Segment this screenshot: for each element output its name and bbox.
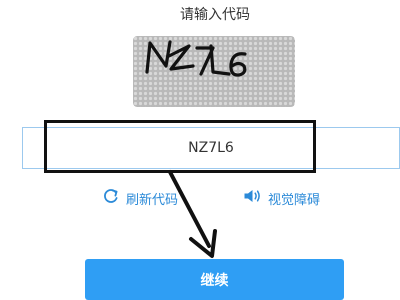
audio-captcha-label: 视觉障碍 [268,192,321,208]
refresh-icon [102,187,120,209]
refresh-code-label: 刷新代码 [126,192,179,208]
captcha-image[interactable] [133,36,295,107]
continue-button[interactable]: 继续 [85,259,344,300]
speaker-icon [243,188,263,208]
captcha-input[interactable] [23,128,399,168]
refresh-code-link[interactable]: 刷新代码 [102,186,178,210]
captcha-input-container [22,127,400,169]
captcha-page: 请输入代码 NZ7L6 刷新代码 视觉障碍 继续 [0,0,400,300]
captcha-prompt: 请输入代码 [180,7,250,23]
audio-captcha-link[interactable]: 视觉障碍 [243,186,320,210]
